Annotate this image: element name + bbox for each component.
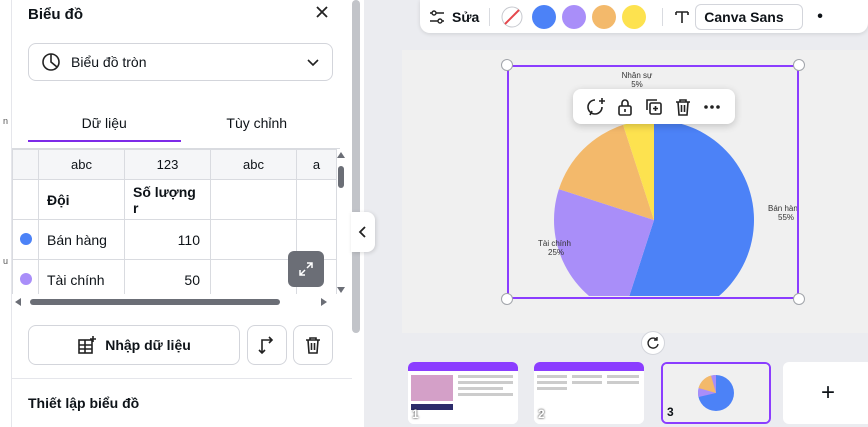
header-cell[interactable]: Số lượng r xyxy=(124,179,211,220)
table-cell[interactable]: Bán hàng xyxy=(38,219,125,260)
color-swatch-blue[interactable] xyxy=(532,4,557,29)
import-data-label: Nhập dữ liệu xyxy=(105,337,191,353)
chevron-down-icon xyxy=(307,59,319,67)
table-cell[interactable] xyxy=(296,179,337,220)
more-options-button[interactable]: • xyxy=(817,8,823,26)
header-cell[interactable]: Đội xyxy=(38,179,125,220)
series-color-cell[interactable] xyxy=(12,219,39,260)
column-type-cell[interactable]: abc xyxy=(210,149,297,180)
thumbnail-preview xyxy=(663,364,769,422)
table-cell[interactable]: 50 xyxy=(124,259,211,294)
chevron-left-icon xyxy=(358,226,366,238)
strip-char: u xyxy=(3,256,9,266)
close-panel-button[interactable] xyxy=(312,4,332,24)
resize-handle-top-left[interactable] xyxy=(501,59,513,71)
series-color-dot[interactable] xyxy=(19,272,32,285)
tab-data[interactable]: Dữ liệu xyxy=(28,108,181,142)
table-cell xyxy=(12,149,39,180)
table-cell[interactable] xyxy=(210,259,297,294)
column-type-cell[interactable]: abc xyxy=(38,149,125,180)
color-swatch-yellow[interactable] xyxy=(622,4,647,29)
table-horizontal-scrollbar[interactable] xyxy=(12,296,330,308)
more-options-button[interactable] xyxy=(701,96,723,118)
font-family-select[interactable]: Canva Sans xyxy=(695,3,804,30)
strip-char: n xyxy=(3,116,9,126)
close-icon xyxy=(316,6,328,18)
chart-panel: n u Biểu đồ Biểu đồ tròn Dữ liệu Tùy chỉ… xyxy=(0,0,364,427)
table-cell[interactable]: 110 xyxy=(124,219,211,260)
swap-rows-columns-button[interactable] xyxy=(247,325,287,365)
duplicate-button[interactable] xyxy=(643,96,665,118)
import-data-button[interactable]: Nhập dữ liệu xyxy=(28,325,240,365)
color-swatch-orange[interactable] xyxy=(592,4,617,29)
lock-icon xyxy=(617,98,632,116)
page-thumbnail-active[interactable]: 3 xyxy=(661,362,771,424)
duplicate-icon xyxy=(646,98,662,115)
editor-toolbar: Sửa Canva Sans • xyxy=(420,0,868,33)
thumbnail-preview xyxy=(408,362,518,424)
text-style-icon[interactable] xyxy=(673,8,691,26)
thumbnail-preview xyxy=(534,362,644,424)
add-page-button[interactable]: + xyxy=(783,362,868,424)
page-number: 2 xyxy=(538,407,545,421)
resize-handle-bottom-right[interactable] xyxy=(793,293,805,305)
page-number: 1 xyxy=(412,407,419,421)
delete-data-button[interactable] xyxy=(293,325,333,365)
toolbar-divider xyxy=(662,7,664,26)
column-type-cell[interactable]: 123 xyxy=(124,149,211,180)
resize-handle-bottom-left[interactable] xyxy=(501,293,513,305)
color-swatch-purple[interactable] xyxy=(562,4,587,29)
trash-icon xyxy=(676,98,691,116)
trash-icon xyxy=(306,337,320,354)
page-thumbnail[interactable]: 2 xyxy=(534,362,644,424)
panel-tabs: Dữ liệu Tùy chỉnh xyxy=(28,108,333,142)
page-number: 3 xyxy=(667,405,674,419)
edit-button[interactable]: Sửa xyxy=(428,8,479,26)
no-color-icon[interactable] xyxy=(500,5,524,29)
rotate-button[interactable] xyxy=(641,331,665,355)
collapse-panel-button[interactable] xyxy=(351,212,375,252)
tab-customize[interactable]: Tùy chỉnh xyxy=(181,108,334,142)
comment-button[interactable] xyxy=(585,96,607,118)
delete-element-button[interactable] xyxy=(672,96,694,118)
toolbar-divider xyxy=(489,7,491,26)
table-cell[interactable]: Tài chính xyxy=(38,259,125,294)
sliders-icon xyxy=(430,9,444,24)
expand-icon xyxy=(299,262,313,276)
table-add-icon xyxy=(78,336,97,354)
table-vertical-scrollbar[interactable] xyxy=(335,150,347,295)
rotate-icon xyxy=(647,337,659,349)
table-cell xyxy=(12,179,39,220)
table-cell[interactable] xyxy=(210,219,297,260)
swap-arrows-icon xyxy=(258,336,274,355)
resize-handle-top-right[interactable] xyxy=(793,59,805,71)
element-context-menu xyxy=(573,89,735,124)
panel-scrollbar[interactable] xyxy=(352,0,360,333)
series-color-cell[interactable] xyxy=(12,259,39,294)
left-sidebar-strip: n u xyxy=(0,0,12,427)
chart-type-label: Biểu đồ tròn xyxy=(71,54,147,70)
page-thumbnail[interactable]: 1 xyxy=(408,362,518,424)
comment-add-icon xyxy=(586,97,605,115)
expand-table-button[interactable] xyxy=(288,251,324,287)
panel-title: Biểu đồ xyxy=(28,6,83,23)
column-type-cell[interactable]: a xyxy=(296,149,337,180)
table-header-row: Đội Số lượng r xyxy=(12,179,337,220)
lock-button[interactable] xyxy=(614,96,636,118)
table-cell[interactable] xyxy=(210,179,297,220)
edit-label: Sửa xyxy=(452,8,480,25)
column-type-row: abc 123 abc a xyxy=(12,149,337,180)
section-divider xyxy=(12,378,352,379)
series-color-dot[interactable] xyxy=(19,232,32,245)
more-dots-icon xyxy=(704,104,721,109)
chart-type-dropdown[interactable]: Biểu đồ tròn xyxy=(28,43,333,81)
chart-settings-title: Thiết lập biểu đồ xyxy=(28,395,140,411)
pie-chart-icon xyxy=(42,53,60,71)
